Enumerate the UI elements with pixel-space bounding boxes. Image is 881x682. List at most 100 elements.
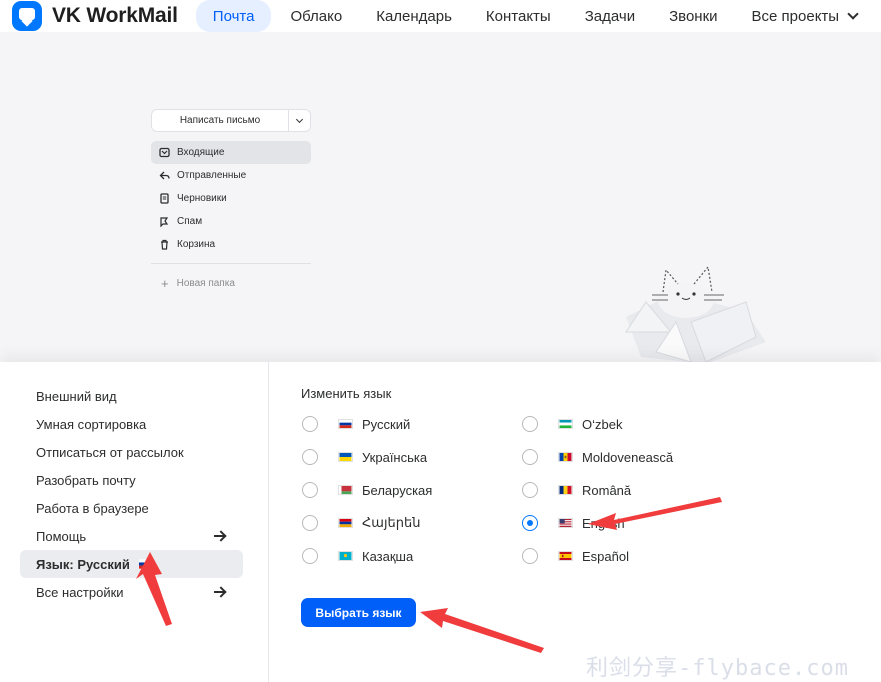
- language-option-russian[interactable]: Русский: [302, 413, 410, 435]
- menu-item-label: Все настройки: [36, 584, 124, 600]
- spam-icon: [159, 216, 170, 227]
- language-label: O‘zbek: [582, 416, 623, 432]
- language-option-armenian[interactable]: Հայերեն: [302, 512, 420, 534]
- language-option-spanish[interactable]: Español: [522, 545, 629, 567]
- nav-item-calls[interactable]: Звонки: [652, 0, 734, 32]
- language-label: Беларуская: [362, 482, 433, 498]
- chevron-down-icon: [847, 7, 859, 20]
- moldova-flag-icon: [558, 452, 573, 462]
- language-label: Русский: [362, 416, 411, 432]
- settings-menu: Внешний вид Умная сортировка Отписаться …: [0, 362, 269, 682]
- folder-trash[interactable]: Корзина: [151, 233, 311, 256]
- settings-panel: Внешний вид Умная сортировка Отписаться …: [0, 362, 881, 682]
- folder-list: Входящие Отправленные Черновики Спам Кор…: [151, 141, 311, 256]
- uzbekistan-flag-icon: [558, 419, 573, 429]
- folder-label: Спам: [177, 216, 203, 227]
- language-label: English: [582, 515, 625, 531]
- top-nav-bar: VK WorkMail Почта Облако Календарь Конта…: [0, 0, 881, 32]
- plus-icon: +: [161, 276, 169, 291]
- russia-flag-icon: [338, 419, 353, 429]
- compose-button[interactable]: Написать письмо: [151, 109, 289, 132]
- ukraine-flag-icon: [338, 452, 353, 462]
- new-folder-label: Новая папка: [176, 278, 235, 289]
- language-label: Moldovenească: [582, 449, 674, 465]
- language-option-romanian[interactable]: Română: [522, 479, 631, 501]
- menu-item-browser[interactable]: Работа в браузере: [20, 494, 243, 522]
- nav-item-mail[interactable]: Почта: [195, 0, 272, 32]
- arrow-right-icon: [214, 587, 225, 597]
- language-option-belarusian[interactable]: Беларуская: [302, 479, 432, 501]
- radio-button[interactable]: [302, 416, 318, 432]
- nav-item-all-projects-label: Все проекты: [751, 7, 840, 25]
- language-label: Казақша: [362, 548, 414, 564]
- nav-item-tasks[interactable]: Задачи: [568, 0, 652, 32]
- inbox-icon: [159, 147, 170, 158]
- radio-button[interactable]: [302, 482, 318, 498]
- kazakhstan-flag-icon: [338, 551, 353, 561]
- menu-item-label: Язык: Русский: [36, 556, 130, 572]
- menu-item-label: Помощь: [36, 528, 87, 544]
- language-option-ukrainian[interactable]: Українська: [302, 446, 427, 468]
- radio-button[interactable]: [302, 515, 318, 531]
- menu-item-label: Внешний вид: [36, 388, 117, 404]
- romania-flag-icon: [558, 485, 573, 495]
- trash-icon: [159, 239, 170, 250]
- nav-item-calendar[interactable]: Календарь: [359, 0, 469, 32]
- language-label: Українська: [362, 449, 428, 465]
- menu-item-label: Работа в браузере: [36, 500, 149, 516]
- language-label: Հայերեն: [362, 515, 421, 530]
- compose-more-button[interactable]: [289, 109, 311, 132]
- new-folder-button[interactable]: + Новая папка: [161, 276, 235, 291]
- folder-spam[interactable]: Спам: [151, 210, 311, 233]
- choose-language-button[interactable]: Выбрать язык: [301, 598, 416, 627]
- menu-item-smart-sorting[interactable]: Умная сортировка: [20, 410, 243, 438]
- language-option-kazakh[interactable]: Казақша: [302, 545, 413, 567]
- brand-name: VK WorkMail: [52, 4, 178, 27]
- folder-label: Входящие: [177, 147, 225, 158]
- menu-item-unsubscribe[interactable]: Отписаться от рассылок: [20, 438, 243, 466]
- folder-label: Корзина: [177, 239, 216, 250]
- radio-button[interactable]: [302, 548, 318, 564]
- folder-drafts[interactable]: Черновики: [151, 187, 311, 210]
- menu-item-label: Разобрать почту: [36, 472, 136, 488]
- brand-logo[interactable]: VK WorkMail: [12, 1, 178, 31]
- menu-item-label: Отписаться от рассылок: [36, 444, 184, 460]
- nav-item-contacts[interactable]: Контакты: [469, 0, 568, 32]
- radio-button[interactable]: [522, 548, 538, 564]
- sent-icon: [159, 170, 170, 181]
- radio-button[interactable]: [522, 449, 538, 465]
- usa-flag-icon: [558, 518, 573, 528]
- radio-button[interactable]: [522, 482, 538, 498]
- menu-item-help[interactable]: Помощь: [20, 522, 243, 550]
- menu-item-all-settings[interactable]: Все настройки: [20, 578, 243, 606]
- language-section-title: Изменить язык: [301, 386, 392, 401]
- compose-group: Написать письмо: [151, 109, 311, 132]
- menu-item-language[interactable]: Язык: Русский: [20, 550, 243, 578]
- radio-button[interactable]: [302, 449, 318, 465]
- spain-flag-icon: [558, 551, 573, 561]
- menu-item-sort-mail[interactable]: Разобрать почту: [20, 466, 243, 494]
- armenia-flag-icon: [338, 518, 353, 528]
- radio-button-selected[interactable]: [522, 515, 538, 531]
- language-label: Română: [582, 482, 632, 498]
- arrow-right-icon: [214, 531, 225, 541]
- cat-in-box-illustration: [625, 265, 766, 364]
- language-option-english[interactable]: English: [522, 512, 625, 534]
- folder-inbox[interactable]: Входящие: [151, 141, 311, 164]
- folder-label: Черновики: [177, 193, 227, 204]
- language-option-moldovan[interactable]: Moldovenească: [522, 446, 673, 468]
- language-option-uzbek[interactable]: O‘zbek: [522, 413, 622, 435]
- nav-item-all-projects[interactable]: Все проекты: [735, 0, 875, 32]
- drafts-icon: [159, 193, 170, 204]
- vk-workmail-logo-icon: [12, 1, 42, 31]
- radio-button[interactable]: [522, 416, 538, 432]
- sidebar-divider: [151, 263, 311, 264]
- belarus-flag-icon: [338, 485, 353, 495]
- nav-item-cloud[interactable]: Облако: [273, 0, 359, 32]
- folder-sent[interactable]: Отправленные: [151, 164, 311, 187]
- chevron-down-icon: [295, 115, 304, 123]
- watermark: 利剑分享-flybace.com: [586, 656, 849, 681]
- menu-item-appearance[interactable]: Внешний вид: [20, 382, 243, 410]
- russia-flag-icon: [138, 559, 153, 569]
- menu-item-label: Умная сортировка: [36, 416, 147, 432]
